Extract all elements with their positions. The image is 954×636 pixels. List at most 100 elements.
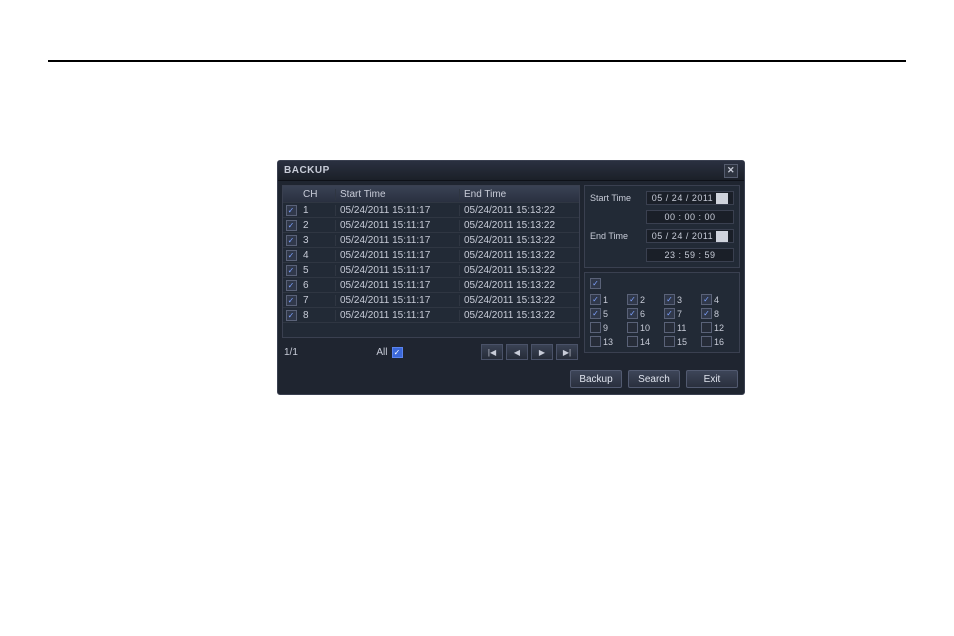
all-channels-checkbox[interactable]: ✓ [590, 278, 601, 289]
row-checkbox[interactable]: ✓ [286, 295, 297, 306]
table-row[interactable]: ✓705/24/2011 15:11:1705/24/2011 15:13:22 [283, 292, 579, 307]
channel-checkbox[interactable]: ✓ [590, 294, 601, 305]
channel-cell: 10 [627, 322, 660, 333]
backup-dialog: BACKUP ✕ CH Start Time End Time ✓105/24/… [277, 160, 745, 395]
channel-cell: 13 [590, 336, 623, 347]
calendar-icon[interactable] [716, 193, 728, 204]
search-button[interactable]: Search [628, 370, 680, 388]
results-table: CH Start Time End Time ✓105/24/2011 15:1… [282, 185, 580, 338]
cell-ch: 6 [299, 280, 335, 291]
cell-ch: 4 [299, 250, 335, 261]
exit-button[interactable]: Exit [686, 370, 738, 388]
cell-start: 05/24/2011 15:11:17 [335, 205, 459, 216]
channel-checkbox[interactable]: ✓ [701, 308, 712, 319]
channel-cell[interactable]: ✓2 [627, 294, 660, 305]
backup-button[interactable]: Backup [570, 370, 622, 388]
channel-number: 3 [677, 295, 682, 305]
last-page-button[interactable]: ▶| [556, 344, 578, 360]
channel-checkbox[interactable]: ✓ [664, 294, 675, 305]
channel-cell: 11 [664, 322, 697, 333]
channel-cell[interactable]: ✓7 [664, 308, 697, 319]
table-row[interactable]: ✓205/24/2011 15:11:1705/24/2011 15:13:22 [283, 217, 579, 232]
cell-start: 05/24/2011 15:11:17 [335, 265, 459, 276]
channel-number: 15 [677, 337, 687, 347]
channel-number: 6 [640, 309, 645, 319]
page-indicator: 1/1 [284, 347, 298, 358]
channel-checkbox [627, 336, 638, 347]
row-checkbox[interactable]: ✓ [286, 280, 297, 291]
document-divider [48, 60, 906, 62]
col-start: Start Time [335, 189, 459, 200]
channel-checkbox[interactable]: ✓ [590, 308, 601, 319]
row-checkbox[interactable]: ✓ [286, 220, 297, 231]
channel-number: 9 [603, 323, 608, 333]
channel-checkbox[interactable]: ✓ [627, 294, 638, 305]
col-end: End Time [459, 189, 579, 200]
row-checkbox[interactable]: ✓ [286, 310, 297, 321]
channel-number: 14 [640, 337, 650, 347]
channel-checkbox [627, 322, 638, 333]
channel-checkbox [590, 322, 601, 333]
cell-end: 05/24/2011 15:13:22 [459, 250, 579, 261]
cell-start: 05/24/2011 15:11:17 [335, 220, 459, 231]
close-icon[interactable]: ✕ [724, 164, 738, 178]
cell-end: 05/24/2011 15:13:22 [459, 310, 579, 321]
cell-ch: 7 [299, 295, 335, 306]
table-row[interactable]: ✓305/24/2011 15:11:1705/24/2011 15:13:22 [283, 232, 579, 247]
channel-cell: 12 [701, 322, 734, 333]
col-ch: CH [299, 189, 335, 200]
cell-ch: 8 [299, 310, 335, 321]
cell-end: 05/24/2011 15:13:22 [459, 280, 579, 291]
channel-number: 13 [603, 337, 613, 347]
table-row[interactable]: ✓405/24/2011 15:11:1705/24/2011 15:13:22 [283, 247, 579, 262]
channel-panel: ✓ ✓1✓2✓3✓4✓5✓6✓7✓8910111213141516 [584, 272, 740, 353]
prev-page-button[interactable]: ◀ [506, 344, 528, 360]
channel-checkbox[interactable]: ✓ [664, 308, 675, 319]
row-checkbox[interactable]: ✓ [286, 235, 297, 246]
cell-ch: 3 [299, 235, 335, 246]
window-title: BACKUP [284, 165, 330, 176]
select-all-checkbox[interactable]: ✓ [392, 347, 403, 358]
channel-checkbox [590, 336, 601, 347]
channel-checkbox[interactable]: ✓ [701, 294, 712, 305]
first-page-button[interactable]: |◀ [481, 344, 503, 360]
channel-cell[interactable]: ✓1 [590, 294, 623, 305]
channel-cell[interactable]: ✓3 [664, 294, 697, 305]
channel-cell[interactable]: ✓8 [701, 308, 734, 319]
table-row[interactable]: ✓605/24/2011 15:11:1705/24/2011 15:13:22 [283, 277, 579, 292]
table-row[interactable]: ✓805/24/2011 15:11:1705/24/2011 15:13:22 [283, 307, 579, 322]
channel-checkbox [664, 322, 675, 333]
channel-number: 12 [714, 323, 724, 333]
pager: 1/1 All ✓ |◀ ◀ ▶ ▶| [282, 342, 580, 362]
next-page-button[interactable]: ▶ [531, 344, 553, 360]
channel-checkbox[interactable]: ✓ [627, 308, 638, 319]
row-checkbox[interactable]: ✓ [286, 265, 297, 276]
row-checkbox[interactable]: ✓ [286, 205, 297, 216]
start-time-input[interactable]: 00 : 00 : 00 [646, 210, 734, 224]
channel-cell[interactable]: ✓5 [590, 308, 623, 319]
start-date-input[interactable]: 05 / 24 / 2011 [646, 191, 734, 205]
end-time-input[interactable]: 23 : 59 : 59 [646, 248, 734, 262]
channel-checkbox [701, 336, 712, 347]
table-row[interactable]: ✓505/24/2011 15:11:1705/24/2011 15:13:22 [283, 262, 579, 277]
channel-number: 16 [714, 337, 724, 347]
calendar-icon[interactable] [716, 231, 728, 242]
end-time-label: End Time [590, 231, 642, 241]
table-row[interactable]: ✓105/24/2011 15:11:1705/24/2011 15:13:22 [283, 202, 579, 217]
channel-cell[interactable]: ✓4 [701, 294, 734, 305]
all-label: All [376, 347, 387, 358]
dialog-footer: Backup Search Exit [278, 366, 744, 394]
channel-cell[interactable]: ✓6 [627, 308, 660, 319]
table-header: CH Start Time End Time [283, 186, 579, 202]
channel-checkbox [664, 336, 675, 347]
results-pane: CH Start Time End Time ✓105/24/2011 15:1… [282, 185, 580, 362]
channel-number: 2 [640, 295, 645, 305]
filter-pane: Start Time 05 / 24 / 2011 00 : 00 : 00 E… [584, 185, 740, 362]
cell-end: 05/24/2011 15:13:22 [459, 295, 579, 306]
channel-checkbox [701, 322, 712, 333]
channel-number: 7 [677, 309, 682, 319]
row-checkbox[interactable]: ✓ [286, 250, 297, 261]
channel-cell: 14 [627, 336, 660, 347]
end-date-input[interactable]: 05 / 24 / 2011 [646, 229, 734, 243]
cell-end: 05/24/2011 15:13:22 [459, 220, 579, 231]
